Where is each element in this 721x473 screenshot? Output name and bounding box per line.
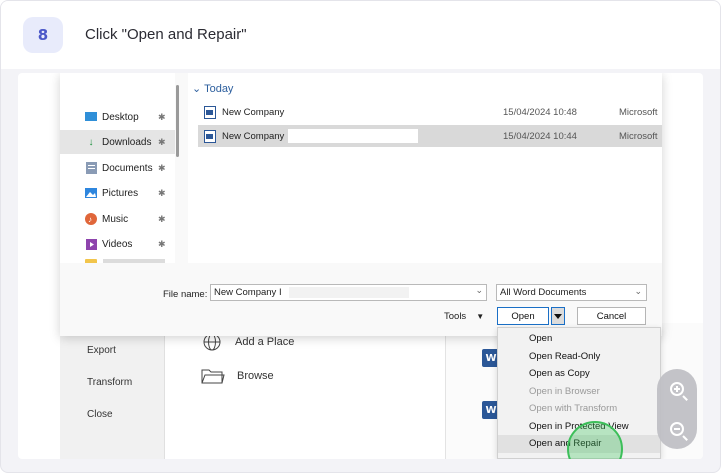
cancel-button[interactable]: Cancel — [577, 307, 646, 325]
zoom-in-button[interactable] — [657, 369, 697, 409]
chevron-down-icon: ⌄ — [192, 83, 202, 95]
backstage-close[interactable]: Close — [87, 409, 113, 420]
file-date: 15/04/2024 10:48 — [503, 106, 577, 118]
menu-item-open[interactable]: Open — [498, 330, 660, 348]
zoom-controls — [657, 369, 697, 449]
nav-label: Documents — [102, 162, 153, 174]
navigation-pane: Desktop ✱ ↓ Downloads ✱ Documents ✱ Pict… — [60, 73, 175, 271]
nav-item-music[interactable]: ♪ Music ✱ — [60, 207, 175, 231]
word-doc-icon — [204, 105, 216, 119]
pin-icon: ✱ — [158, 162, 166, 173]
backstage-places: Add a Place Browse — [165, 323, 445, 459]
step-instruction: Click "Open and Repair" — [85, 26, 247, 43]
tools-button[interactable]: Tools ▼ — [444, 311, 484, 322]
word-doc-icon — [204, 129, 216, 143]
folder-icon — [201, 369, 225, 384]
file-type: Microsoft — [619, 106, 658, 118]
redacted-file-name — [289, 287, 409, 298]
nav-label: Desktop — [102, 111, 139, 123]
nav-label: Music — [102, 213, 129, 225]
zoom-out-button[interactable] — [657, 409, 697, 449]
nav-scrollbar[interactable] — [176, 85, 179, 157]
open-dropdown-button[interactable] — [551, 307, 565, 325]
desktop-icon — [85, 111, 97, 123]
pin-icon: ✱ — [158, 238, 166, 249]
menu-item-open-as-copy[interactable]: Open as Copy — [498, 365, 660, 383]
file-name-input[interactable]: New Company I ⌄ — [210, 284, 487, 301]
backstage-transform[interactable]: Transform — [87, 377, 132, 388]
nav-item-pictures[interactable]: Pictures ✱ — [60, 181, 175, 205]
file-type: Microsoft — [619, 130, 658, 142]
menu-item-open-with-transform: Open with Transform — [529, 403, 618, 415]
chevron-down-icon: ⌄ — [634, 286, 642, 296]
open-button[interactable]: Open — [497, 307, 549, 325]
documents-icon — [85, 162, 97, 174]
pin-icon: ✱ — [158, 111, 166, 122]
nav-label: Videos — [102, 238, 133, 250]
dialog-footer: File name: New Company I ⌄ All Word Docu… — [60, 263, 662, 336]
redacted-file-suffix — [288, 129, 418, 143]
group-header-today[interactable]: ⌄ Today — [192, 82, 233, 95]
file-date: 15/04/2024 10:44 — [503, 130, 577, 142]
caret-down-icon: ▼ — [476, 312, 485, 321]
nav-item-desktop[interactable]: Desktop ✱ — [60, 105, 175, 129]
nav-label: Pictures — [102, 187, 139, 199]
browse-row[interactable]: Browse — [201, 367, 274, 385]
download-icon: ↓ — [88, 136, 94, 148]
videos-icon — [85, 238, 97, 250]
caret-down-icon — [554, 313, 562, 319]
add-place-label: Add a Place — [235, 336, 295, 348]
chevron-down-icon[interactable]: ⌄ — [475, 285, 483, 296]
backstage-left-menu: Export Transform Close — [60, 323, 165, 459]
menu-item-open-read-only[interactable]: Open Read-Only — [498, 348, 660, 366]
step-card: 8 Click "Open and Repair" Export Transfo… — [0, 0, 721, 473]
open-file-dialog: Desktop ✱ ↓ Downloads ✱ Documents ✱ Pict… — [60, 73, 662, 336]
svg-text:♪: ♪ — [88, 215, 92, 224]
nav-label: Downloads — [102, 136, 152, 148]
step-header: 8 Click "Open and Repair" — [1, 1, 720, 69]
file-name: New Company — [222, 106, 285, 118]
file-name-value: New Company I — [214, 287, 282, 298]
pin-icon: ✱ — [158, 136, 166, 147]
browse-label: Browse — [237, 370, 274, 382]
file-list: ⌄ Today New Company 15/04/2024 10:48 Mic… — [188, 73, 662, 263]
step-number-badge: 8 — [23, 17, 63, 53]
file-row-selected[interactable]: New Company 15/04/2024 10:44 Microsoft — [198, 125, 662, 147]
pin-icon: ✱ — [158, 187, 166, 198]
nav-item-downloads[interactable]: ↓ Downloads ✱ — [60, 130, 175, 154]
nav-item-videos[interactable]: Videos ✱ — [60, 232, 175, 256]
file-type-filter-value: All Word Documents — [500, 287, 587, 298]
nav-item-documents[interactable]: Documents ✱ — [60, 156, 175, 180]
file-row[interactable]: New Company 15/04/2024 10:48 Microsoft — [198, 101, 662, 123]
backstage-export[interactable]: Export — [87, 345, 116, 356]
tools-label: Tools — [444, 311, 467, 322]
menu-item-open-in-browser: Open in Browser — [529, 385, 600, 397]
file-type-filter[interactable]: All Word Documents ⌄ — [496, 284, 647, 301]
group-header-label: Today — [204, 83, 234, 95]
zoom-in-icon — [670, 382, 684, 396]
pin-icon: ✱ — [158, 213, 166, 224]
pictures-icon — [85, 187, 97, 199]
file-name: New Company — [222, 130, 285, 142]
music-icon: ♪ — [85, 213, 97, 225]
zoom-out-icon — [670, 422, 684, 436]
file-name-label: File name: — [163, 289, 208, 300]
screenshot-area: Export Transform Close Add a Place Brows… — [18, 73, 703, 459]
